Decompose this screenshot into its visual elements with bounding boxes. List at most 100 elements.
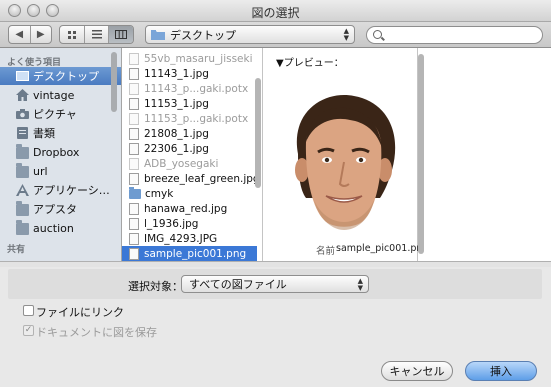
sidebar-item-label: url <box>33 164 48 178</box>
file-row[interactable]: breeze_leaf_green.jpg <box>122 171 260 186</box>
sidebar-item-vintage[interactable]: vintage <box>0 86 121 104</box>
image-file-icon <box>129 202 139 215</box>
image-file-icon <box>129 67 139 80</box>
target-label: 選択対象： <box>128 280 183 293</box>
preview-column-scrollbar[interactable] <box>418 54 424 254</box>
image-file-icon <box>129 217 139 230</box>
sidebar-item-label: ピクチャ <box>33 108 77 121</box>
sidebar: よく使う項目 デスクトップ vintage ピクチャ 書類 Dropbox ur… <box>0 48 122 261</box>
image-file-icon <box>129 232 139 245</box>
location-popup[interactable]: デスクトップ ▲ ▼ <box>145 25 355 44</box>
location-label: デスクトップ <box>170 28 236 42</box>
updown-arrows-icon: ▲ ▼ <box>343 27 349 42</box>
image-file-icon <box>129 127 139 140</box>
file-name: breeze_leaf_green.jpg <box>144 172 260 185</box>
sidebar-item-desktop[interactable]: デスクトップ <box>0 67 121 85</box>
icon-view-button[interactable] <box>60 26 84 43</box>
sidebar-item-dropbox[interactable]: Dropbox <box>0 143 121 161</box>
document-icon <box>129 157 139 170</box>
icon-view-icon <box>67 30 76 39</box>
file-name: l_1936.jpg <box>144 217 199 230</box>
target-select-value: すべての図ファイル <box>189 278 287 291</box>
home-icon <box>16 89 29 101</box>
back-button[interactable]: ◀ <box>9 26 30 43</box>
image-file-icon <box>129 172 139 185</box>
sidebar-item-applications[interactable]: アプリケーシ… <box>0 181 121 199</box>
file-row[interactable]: 11153_p...gaki.potx <box>122 111 257 126</box>
file-name: 11143_p...gaki.potx <box>144 82 249 95</box>
sidebar-item-url[interactable]: url <box>0 162 121 180</box>
search-field[interactable] <box>366 26 543 44</box>
column-view-icon <box>115 30 128 39</box>
sidebar-item-documents[interactable]: 書類 <box>0 124 121 142</box>
forward-button[interactable]: ▶ <box>29 26 52 43</box>
save-in-document-label[interactable]: ドキュメントに図を保存 <box>36 324 157 340</box>
camera-icon <box>16 109 29 119</box>
file-row[interactable]: 11143_1.jpg <box>122 66 257 81</box>
link-file-checkbox[interactable] <box>23 305 34 316</box>
sidebar-item-label: アプリケーシ… <box>33 184 110 197</box>
file-name: cmyk <box>145 187 174 200</box>
sidebar-item-apusta[interactable]: アプスタ <box>0 200 121 218</box>
file-row[interactable]: 55vb_masaru_jisseki <box>122 51 257 66</box>
link-file-label[interactable]: ファイルにリンク <box>36 304 124 320</box>
file-name: 11153_1.jpg <box>144 97 209 110</box>
view-mode-control <box>59 25 134 44</box>
file-name: hanawa_red.jpg <box>144 202 228 215</box>
list-view-icon <box>91 30 102 39</box>
document-icon <box>129 82 139 95</box>
desktop-icon <box>16 71 29 81</box>
save-in-document-checkbox[interactable]: ✓ <box>23 325 34 336</box>
file-row[interactable]: 21808_1.jpg <box>122 126 257 141</box>
sidebar-item-pictures[interactable]: ピクチャ <box>0 105 121 123</box>
image-file-icon <box>129 97 139 110</box>
back-arrow-icon: ◀ <box>15 29 24 40</box>
file-name: 21808_1.jpg <box>144 127 209 140</box>
sidebar-header-shared: 共有 <box>7 245 26 255</box>
forward-arrow-icon: ▶ <box>36 29 45 40</box>
sidebar-item-label: Dropbox <box>33 145 80 159</box>
file-name: 11153_p...gaki.potx <box>144 112 249 125</box>
image-file-icon <box>129 142 139 155</box>
file-name: 11143_1.jpg <box>144 67 209 80</box>
file-row[interactable]: IMG_4293.JPG <box>122 231 257 246</box>
file-row[interactable]: 11153_1.jpg <box>122 96 257 111</box>
column-view-button[interactable] <box>108 26 133 43</box>
folder-icon <box>16 144 29 159</box>
file-row[interactable]: l_1936.jpg <box>122 216 257 231</box>
folder-icon <box>129 186 141 199</box>
sidebar-scrollbar[interactable] <box>111 52 117 112</box>
cancel-button[interactable]: キャンセル <box>381 361 453 381</box>
sidebar-item-label: 書類 <box>33 127 55 140</box>
title-bar: 図の選択 <box>0 0 551 22</box>
file-name: IMG_4293.JPG <box>144 232 218 245</box>
file-row[interactable]: 22306_1.jpg <box>122 141 257 156</box>
file-row[interactable]: ADB_yosegaki <box>122 156 257 171</box>
file-name: ADB_yosegaki <box>144 157 219 170</box>
preview-header: ▼プレビュー： <box>276 58 344 69</box>
toolbar: ◀ ▶ デスクトップ ▲ ▼ <box>0 22 551 48</box>
search-icon <box>373 30 382 39</box>
file-row[interactable]: cmyk <box>122 186 257 201</box>
folder-icon <box>151 30 165 40</box>
applications-icon <box>16 184 29 196</box>
document-icon <box>129 112 139 125</box>
back-forward-control: ◀ ▶ <box>8 25 52 44</box>
preview-image <box>295 95 396 230</box>
file-row[interactable]: hanawa_red.jpg <box>122 201 257 216</box>
insert-button[interactable]: 挿入 <box>465 361 537 381</box>
preview-name-key: 名前 <box>316 246 336 257</box>
file-column-scrollbar[interactable] <box>255 78 261 188</box>
sidebar-item-auction[interactable]: auction <box>0 219 121 237</box>
sidebar-item-label: デスクトップ <box>33 70 99 83</box>
target-select[interactable]: すべての図ファイル ▲ ▼ <box>181 275 369 293</box>
image-file-icon <box>129 247 139 260</box>
file-row-selected[interactable]: sample_pic001.png <box>122 246 257 261</box>
file-row[interactable]: 11143_p...gaki.potx <box>122 81 257 96</box>
folder-icon <box>16 220 29 235</box>
preview-name-value: sample_pic001.pn <box>336 243 423 254</box>
list-view-button[interactable] <box>83 26 109 43</box>
file-name: 22306_1.jpg <box>144 142 209 155</box>
window-title: 図の選択 <box>251 6 300 20</box>
file-column: 55vb_masaru_jisseki 11143_1.jpg 11143_p.… <box>122 48 263 261</box>
